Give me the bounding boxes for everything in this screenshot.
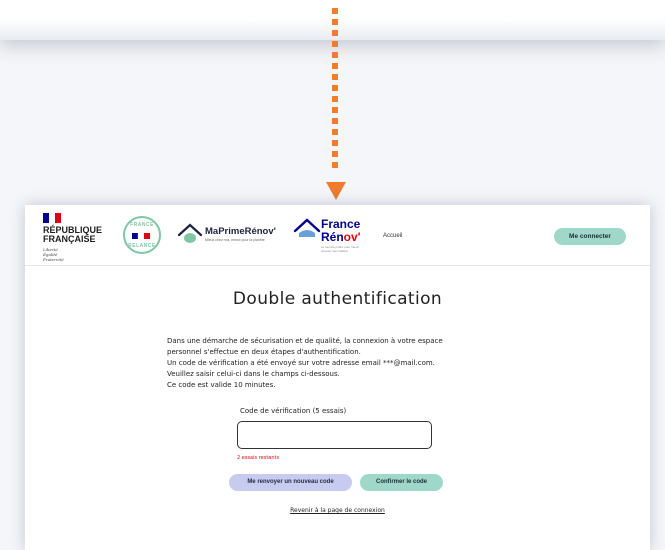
republique-motto: Liberté Égalité Fraternité bbox=[43, 247, 64, 262]
message-line: personnel s'effectue en deux étapes d'au… bbox=[167, 348, 361, 356]
info-message: Dans une démarche de sécurisation et de … bbox=[167, 336, 497, 391]
message-line: Veuillez saisir celui-ci dans le champs … bbox=[167, 370, 340, 378]
france-renov-house-icon bbox=[293, 218, 321, 237]
france-relance-logo: FRANCE RELANCE bbox=[123, 216, 161, 254]
message-line: Dans une démarche de sécurisation et de … bbox=[167, 337, 443, 345]
resend-code-button[interactable]: Me renvoyer un nouveau code bbox=[229, 474, 352, 491]
login-button[interactable]: Me connecter bbox=[554, 228, 626, 245]
code-field-label: Code de vérification (5 essais) bbox=[240, 407, 347, 415]
message-line: Ce code est valide 10 minutes. bbox=[167, 381, 276, 389]
site-header: RÉPUBLIQUE FRANÇAISE Liberté Égalité Fra… bbox=[25, 205, 650, 266]
republique-label: RÉPUBLIQUE FRANÇAISE bbox=[43, 225, 103, 244]
confirm-code-button[interactable]: Confirmer le code bbox=[360, 474, 443, 491]
auth-page: RÉPUBLIQUE FRANÇAISE Liberté Égalité Fra… bbox=[25, 205, 650, 550]
nav-home-link[interactable]: Accueil bbox=[383, 233, 402, 239]
back-to-login-link[interactable]: Revenir à la page de connexion bbox=[25, 507, 650, 514]
attempts-remaining: 2 essais restants bbox=[237, 455, 280, 461]
relance-flag-icon bbox=[132, 232, 150, 240]
arrow-down-icon bbox=[326, 182, 346, 200]
france-renov-line2: Rénov' bbox=[321, 230, 361, 244]
message-line: Un code de vérification a été envoyé sur… bbox=[167, 359, 435, 367]
house-icon bbox=[177, 223, 203, 243]
flag-icon bbox=[43, 213, 61, 223]
dotted-arrow-line bbox=[332, 8, 340, 178]
page-title: Double authentification bbox=[232, 289, 443, 309]
verification-code-input[interactable] bbox=[237, 421, 432, 449]
republique-francaise-logo: RÉPUBLIQUE FRANÇAISE Liberté Égalité Fra… bbox=[43, 213, 102, 262]
